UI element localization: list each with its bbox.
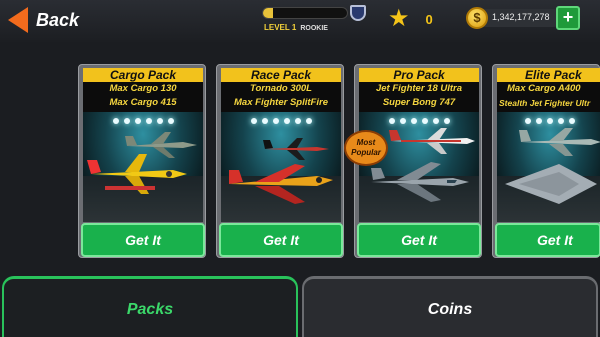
yellow-seaplane-icon (87, 154, 187, 194)
pack-art-elite (497, 112, 600, 222)
stars-counter: ★ 0 (388, 5, 448, 33)
pack-contents: Max Cargo A400 Stealth Jet Fighter Ultr (497, 82, 600, 112)
add-coins-button[interactable]: + (556, 6, 580, 30)
back-label: Back (36, 9, 80, 30)
rank-badge-icon (350, 5, 366, 21)
tab-packs[interactable]: Packs (2, 276, 298, 337)
pack-card-race: Race Pack Tornado 300L Max Fighter Split… (216, 64, 344, 258)
pack-card-elite: Elite Pack Max Cargo A400 Stealth Jet Fi… (492, 64, 600, 258)
level-indicator: LEVEL 1 ROOKIE (262, 5, 372, 35)
pack-card-cargo: Cargo Pack Max Cargo 130 Max Cargo 415 G… (78, 64, 206, 258)
hangar-lights (221, 118, 341, 128)
pack-art-race (221, 112, 341, 222)
pack-item: Max Cargo 415 (109, 97, 177, 108)
pack-art-pro (359, 112, 479, 222)
get-it-button[interactable]: Get It (495, 223, 600, 257)
pack-item: Max Cargo 130 (109, 83, 177, 94)
stealth-jet-icon (505, 164, 597, 204)
xp-progress-fill (263, 8, 274, 18)
jumbo-jet-icon (389, 128, 475, 154)
level-text: LEVEL 1 ROOKIE (264, 23, 328, 32)
xp-progress-bar (262, 7, 348, 19)
badge-line-2: Popular (351, 148, 381, 157)
most-popular-badge: Most Popular (344, 130, 388, 166)
get-it-button[interactable]: Get It (357, 223, 481, 257)
pack-contents: Jet Fighter 18 Ultra Super Bong 747 (359, 82, 479, 112)
jet-fighter-icon (371, 162, 469, 202)
hangar-lights (83, 118, 203, 128)
get-it-button[interactable]: Get It (81, 223, 205, 257)
tornado-racer-icon (229, 164, 333, 204)
pack-title: Pro Pack (359, 68, 479, 82)
pack-title: Cargo Pack (83, 68, 203, 82)
star-icon: ★ (388, 5, 410, 32)
cargo-a400-icon (519, 128, 600, 156)
level-label: LEVEL 1 (264, 23, 297, 32)
pack-title: Elite Pack (497, 68, 600, 82)
pack-art-cargo (83, 112, 203, 222)
back-arrow-icon (8, 7, 28, 33)
tab-packs-label: Packs (126, 301, 174, 318)
top-hud: Back LEVEL 1 ROOKIE ★ 0 $ 1,342,177,278 + (0, 0, 600, 42)
pack-title: Race Pack (221, 68, 341, 82)
pack-item: Max Fighter SplitFire (234, 97, 328, 108)
tab-coins-label: Coins (427, 301, 473, 318)
back-button[interactable]: Back (8, 4, 108, 36)
get-it-button[interactable]: Get It (219, 223, 343, 257)
coin-icon: $ (466, 7, 488, 29)
pack-contents: Tornado 300L Max Fighter SplitFire (221, 82, 341, 112)
tab-coins[interactable]: Coins (302, 276, 598, 337)
star-count: 0 (425, 11, 433, 27)
pack-item: Tornado 300L (250, 83, 312, 94)
pack-item: Jet Fighter 18 Ultra (375, 83, 463, 94)
pack-item: Super Bong 747 (382, 97, 456, 108)
pack-item: Stealth Jet Fighter Ultr (499, 98, 591, 108)
coins-counter: $ 1,342,177,278 + (466, 6, 582, 30)
coin-amount: 1,342,177,278 (492, 12, 550, 22)
badge-line-1: Most (356, 138, 376, 147)
pack-item: Max Cargo A400 (507, 83, 581, 94)
rank-label: ROOKIE (300, 25, 328, 32)
pack-contents: Max Cargo 130 Max Cargo 415 (83, 82, 203, 112)
